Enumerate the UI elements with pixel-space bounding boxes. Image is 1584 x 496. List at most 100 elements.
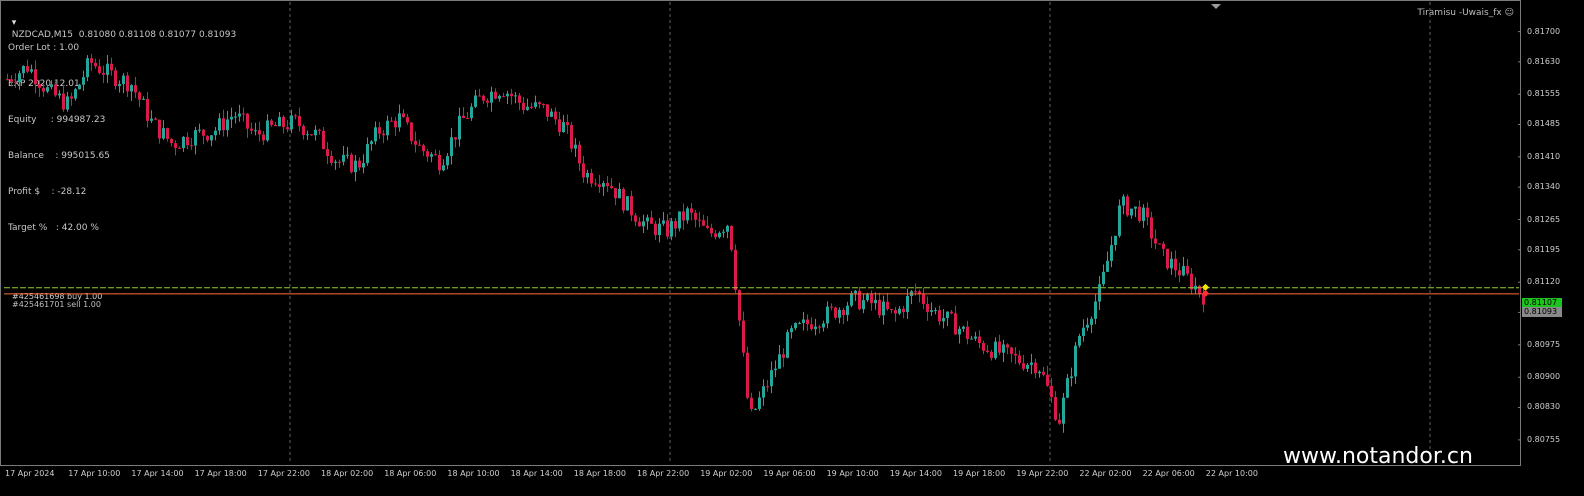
candle-body — [238, 113, 241, 117]
candle-body — [306, 134, 309, 136]
candle-body — [802, 319, 805, 323]
candle-body — [506, 93, 509, 97]
price-tick-label: 0.81630 — [1527, 56, 1561, 66]
candle-body — [566, 122, 569, 126]
candle-body — [394, 120, 397, 128]
candle-body — [1154, 238, 1157, 244]
candle-body — [806, 319, 809, 325]
candle-body — [486, 100, 489, 103]
candle-body — [1190, 273, 1193, 290]
candle-body — [134, 85, 137, 93]
candle-body — [862, 300, 865, 310]
candle-body — [654, 223, 657, 236]
watermark-text: www.notandor.cn — [1283, 444, 1473, 469]
time-tick-label: 19 Apr 06:00 — [763, 469, 816, 478]
time-tick-label: 17 Apr 2024 — [5, 469, 55, 478]
candle-body — [542, 104, 545, 106]
candle-body — [818, 326, 821, 328]
candle-body — [1090, 318, 1093, 325]
candle-body — [982, 343, 985, 351]
candle-body — [546, 104, 549, 117]
candle-body — [250, 128, 253, 131]
candle-body — [1186, 266, 1189, 274]
candle-body — [1182, 266, 1185, 276]
candle-body — [142, 98, 145, 100]
candle-body — [898, 308, 901, 314]
candle-body — [18, 73, 21, 83]
candle-body — [446, 156, 449, 166]
price-tick-label: 0.81555 — [1527, 89, 1561, 99]
candle-body — [622, 188, 625, 211]
candle-body — [382, 133, 385, 136]
candle-body — [606, 182, 609, 187]
candle-body — [1198, 285, 1201, 294]
candle-body — [934, 310, 937, 312]
price-tick-label: 0.81410 — [1527, 151, 1561, 161]
candle-body — [958, 328, 961, 335]
candle-body — [682, 211, 685, 221]
candle-body — [514, 95, 517, 97]
candle-body — [130, 85, 133, 92]
price-tick-label: 0.80900 — [1527, 372, 1561, 382]
candle-body — [510, 93, 513, 97]
candle-body — [886, 301, 889, 310]
candle-body — [950, 311, 953, 314]
time-tick-label: 17 Apr 10:00 — [68, 469, 121, 478]
candle-body — [994, 341, 997, 359]
candle-body — [962, 326, 965, 329]
candle-body — [66, 96, 69, 110]
candle-body — [102, 72, 105, 75]
candle-body — [114, 70, 117, 87]
candle-body — [866, 294, 869, 301]
candle-body — [738, 290, 741, 321]
candle-body — [778, 354, 781, 369]
candle-body — [586, 172, 589, 178]
candle-body — [402, 113, 405, 118]
candle-body — [370, 141, 373, 145]
candle-body — [746, 352, 749, 398]
candle-body — [830, 306, 833, 308]
candle-body — [1082, 327, 1085, 336]
candle-body — [790, 328, 793, 333]
candle-body — [118, 84, 121, 87]
time-tick-label: 17 Apr 18:00 — [194, 469, 247, 478]
candle-body — [462, 115, 465, 119]
candle-body — [170, 138, 173, 144]
price-tick-label: 0.81700 — [1527, 26, 1561, 36]
candle-body — [1130, 208, 1133, 216]
candle-body — [722, 231, 725, 233]
price-tick-label: 0.81195 — [1527, 244, 1561, 254]
candle-body — [494, 91, 497, 99]
candle-body — [422, 145, 425, 152]
candle-body — [90, 58, 93, 63]
candle-body — [206, 135, 209, 141]
time-tick-label: 22 Apr 02:00 — [1079, 469, 1132, 478]
price-tick-label: 0.81120 — [1527, 277, 1561, 287]
candle-body — [570, 125, 573, 149]
candle-body — [174, 143, 177, 148]
candle-body — [430, 154, 433, 157]
time-tick-label: 18 Apr 22:00 — [637, 469, 690, 478]
time-axis: 17 Apr 2024 17 Apr 10:00 17 Apr 14:00 17 Ap… — [0, 466, 1521, 496]
candle-body — [1170, 258, 1173, 269]
candle-body — [106, 63, 109, 75]
candle-body — [782, 354, 785, 358]
candle-body — [646, 217, 649, 222]
candle-body — [726, 225, 729, 232]
candle-body — [1142, 207, 1145, 221]
candle-body — [762, 386, 765, 398]
candle-body — [822, 323, 825, 328]
candle-body — [846, 305, 849, 316]
candle-body — [26, 66, 29, 72]
candle-body — [526, 106, 529, 110]
candle-body — [698, 219, 701, 221]
candle-body — [1110, 245, 1113, 261]
candle-body — [518, 95, 521, 103]
candle-body — [1098, 284, 1101, 302]
candle-body — [30, 69, 33, 72]
candle-body — [926, 303, 929, 312]
candle-body — [594, 183, 597, 185]
candle-body — [94, 62, 97, 67]
time-tick-label: 18 Apr 02:00 — [321, 469, 374, 478]
candle-body — [182, 136, 185, 149]
